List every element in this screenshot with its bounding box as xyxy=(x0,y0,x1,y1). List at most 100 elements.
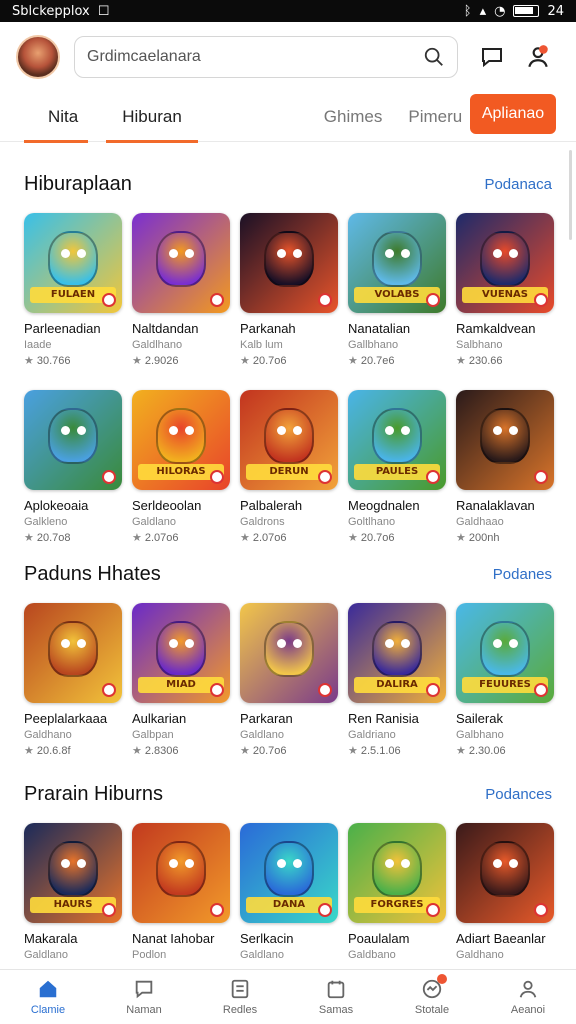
tab-hiburan[interactable]: Hiburan xyxy=(106,92,198,143)
search-icon[interactable] xyxy=(423,46,445,68)
nav-item-redles[interactable]: Redles xyxy=(192,970,288,1024)
game-title: Naltdandan xyxy=(132,321,199,336)
game-card[interactable]: MIAD Aulkarian Galbpan ★ 2.8306 xyxy=(132,603,230,757)
star-icon: ★ xyxy=(24,355,34,367)
character-art xyxy=(372,621,422,677)
game-card[interactable]: Nanat Iahobar Podlon xyxy=(132,823,230,961)
game-icon[interactable] xyxy=(240,213,338,313)
game-row: Aplokeoaia Galkleno ★ 20.7o8 HILORAS Serldeoo… xyxy=(24,390,554,544)
search-input[interactable]: Grdimcaelanara xyxy=(74,36,458,78)
character-art xyxy=(48,841,98,897)
game-icon[interactable]: PAULES xyxy=(348,390,446,490)
game-card[interactable]: VUENAS Ramkaldvean Salbhano ★ 230.66 xyxy=(456,213,554,367)
game-card[interactable]: Peeplalarkaaa Galdhano ★ 20.6.8f xyxy=(24,603,122,757)
game-developer: Iaade xyxy=(24,339,52,351)
game-card[interactable]: Naltdandan Galdlhano ★ 2.9026 xyxy=(132,213,230,367)
star-icon: ★ xyxy=(348,355,358,367)
character-eye xyxy=(77,249,86,258)
messages-button[interactable] xyxy=(472,37,512,77)
game-card[interactable]: VOLABS Nanatalian Gallbhano ★ 20.7e6 xyxy=(348,213,446,367)
game-card[interactable]: HAURS Makarala Galdlano xyxy=(24,823,122,961)
game-card[interactable]: Parkaran Galdlano ★ 20.7o6 xyxy=(240,603,338,757)
tab-pimeru[interactable]: Pimeru xyxy=(404,92,466,142)
character-eye xyxy=(401,249,410,258)
tab-nita[interactable]: Nita xyxy=(23,92,89,143)
platform-badge-icon xyxy=(534,470,548,484)
character-eye xyxy=(493,639,502,648)
game-card[interactable]: FULAEN Parleenadian Iaade ★ 30.766 xyxy=(24,213,122,367)
character-art xyxy=(264,408,314,464)
character-eye xyxy=(493,426,502,435)
nav-label: Samas xyxy=(318,1004,354,1016)
platform-badge-icon xyxy=(102,470,116,484)
nav-item-samas[interactable]: Samas xyxy=(288,970,384,1024)
game-card[interactable]: DALIRA Ren Ranisia Galdriano ★ 2.5.1.06 xyxy=(348,603,446,757)
character-eye xyxy=(61,249,70,258)
game-title: Nanat Iahobar xyxy=(132,931,215,946)
character-eye xyxy=(401,426,410,435)
game-rating: ★ 20.6.8f xyxy=(24,744,122,757)
game-developer: Galdlano xyxy=(240,949,285,961)
nav-item-stotale[interactable]: Stotale xyxy=(384,970,480,1024)
game-card[interactable]: DANA Serlkacin Galdlano xyxy=(240,823,338,961)
nav-item-clamie[interactable]: Clamie xyxy=(0,970,96,1024)
game-icon[interactable] xyxy=(24,603,122,703)
game-icon[interactable] xyxy=(240,603,338,703)
nav-label: Stotale xyxy=(414,1004,450,1016)
avatar[interactable] xyxy=(16,35,60,79)
game-icon[interactable] xyxy=(24,390,122,490)
game-icon[interactable] xyxy=(456,390,554,490)
game-icon[interactable]: MIAD xyxy=(132,603,230,703)
nav-item-aeanoi[interactable]: Aeanoi xyxy=(480,970,576,1024)
game-card[interactable]: DERUN Palbalerah Galdrons ★ 2.07o6 xyxy=(240,390,338,544)
game-developer: Galdlhano xyxy=(132,339,183,351)
game-card[interactable]: Adiart Baeanlar Galdhano xyxy=(456,823,554,961)
game-icon[interactable] xyxy=(132,213,230,313)
see-more-link[interactable]: Podanaca xyxy=(484,176,552,193)
character-eye xyxy=(277,426,286,435)
account-button[interactable] xyxy=(518,37,558,77)
game-icon[interactable]: VOLABS xyxy=(348,213,446,313)
chat-icon xyxy=(133,978,155,1000)
apply-button[interactable]: Aplianao xyxy=(470,94,556,134)
game-card[interactable]: HILORAS Serldeoolan Galdlano ★ 2.07o6 xyxy=(132,390,230,544)
game-icon[interactable]: FORGRES xyxy=(348,823,446,923)
see-more-link[interactable]: Podanes xyxy=(493,566,552,583)
platform-badge-icon xyxy=(318,470,332,484)
game-card[interactable]: Parkanah Kalb lum ★ 20.7o6 xyxy=(240,213,338,367)
game-title: Adiart Baeanlar xyxy=(456,931,546,946)
see-more-link[interactable]: Podances xyxy=(485,786,552,803)
game-rating: ★ 2.07o6 xyxy=(132,531,230,544)
battery-icon xyxy=(513,5,540,17)
calendar-icon xyxy=(325,978,347,1000)
game-card[interactable]: FEUURES Sailerak Galbhano ★ 2.30.06 xyxy=(456,603,554,757)
nav-item-naman[interactable]: Naman xyxy=(96,970,192,1024)
game-icon[interactable]: FULAEN xyxy=(24,213,122,313)
game-rating: ★ 20.7o6 xyxy=(240,744,338,757)
game-rating: ★ 2.07o6 xyxy=(240,531,338,544)
game-icon[interactable] xyxy=(456,823,554,923)
character-art xyxy=(156,408,206,464)
character-eye xyxy=(77,859,86,868)
game-icon[interactable]: DANA xyxy=(240,823,338,923)
game-icon[interactable]: FEUURES xyxy=(456,603,554,703)
game-icon[interactable]: VUENAS xyxy=(456,213,554,313)
star-icon: ★ xyxy=(132,355,142,367)
game-card[interactable]: PAULES Meogdnalen Goltlhano ★ 20.7o6 xyxy=(348,390,446,544)
rating-value: 230.66 xyxy=(468,355,503,367)
game-icon[interactable]: DALIRA xyxy=(348,603,446,703)
game-card[interactable]: Ranalaklavan Galdhaao ★ 200nh xyxy=(456,390,554,544)
game-icon[interactable]: HAURS xyxy=(24,823,122,923)
tab-ghimes[interactable]: Ghimes xyxy=(320,92,387,142)
game-card[interactable]: Aplokeoaia Galkleno ★ 20.7o8 xyxy=(24,390,122,544)
game-icon[interactable]: HILORAS xyxy=(132,390,230,490)
scrollbar[interactable] xyxy=(569,150,572,240)
game-icon[interactable] xyxy=(132,823,230,923)
content-area[interactable]: Hiburaplaan Podanaca FULAEN Parleenadian Iaa… xyxy=(0,143,576,969)
game-title: Palbalerah xyxy=(240,498,303,513)
game-icon[interactable]: DERUN xyxy=(240,390,338,490)
character-eye xyxy=(61,859,70,868)
game-title: Meogdnalen xyxy=(348,498,420,513)
game-card[interactable]: FORGRES Poaulalam Galdbano xyxy=(348,823,446,961)
character-art xyxy=(372,231,422,287)
